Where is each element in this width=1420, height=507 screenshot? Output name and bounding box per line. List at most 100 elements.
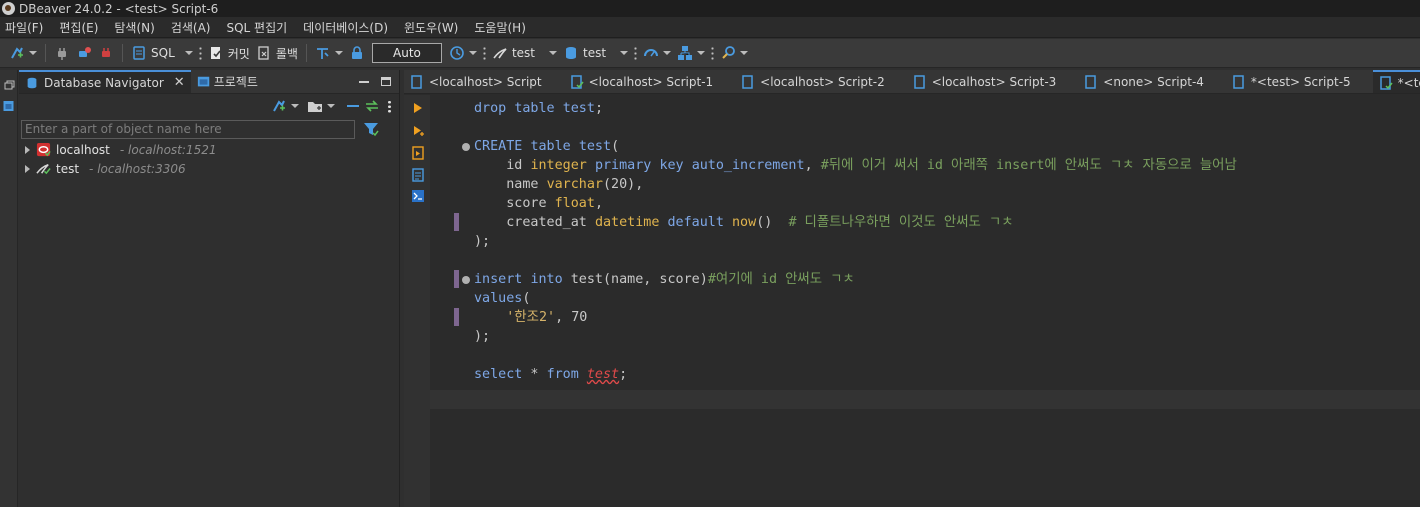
connect-button[interactable] xyxy=(51,41,73,65)
toolbar-separator xyxy=(122,44,123,62)
new-connection-button[interactable] xyxy=(6,41,40,65)
dashboard-button[interactable] xyxy=(640,41,674,65)
active-schema-selector[interactable]: test xyxy=(560,41,631,65)
explain-plan-icon[interactable] xyxy=(412,168,424,182)
tab-script-2[interactable]: <localhost> Script-2 xyxy=(735,70,907,93)
tab-database-navigator[interactable]: Database Navigator ✕ xyxy=(19,70,191,93)
tab-script-5[interactable]: *<test> Script-5 xyxy=(1226,70,1373,93)
view-menu-icon[interactable] xyxy=(388,99,391,113)
erd-button[interactable] xyxy=(674,41,708,65)
history-button[interactable] xyxy=(446,41,480,65)
execute-statement-icon[interactable] xyxy=(412,102,424,114)
rollback-button[interactable]: 롤백 xyxy=(253,41,301,65)
menu-edit[interactable]: 편집(E) xyxy=(54,19,109,36)
object-filter-input[interactable] xyxy=(21,119,355,139)
change-marker xyxy=(454,270,459,288)
mysql-connection-icon xyxy=(36,164,51,175)
transaction-icon xyxy=(316,48,329,59)
fold-collapse-icon[interactable] xyxy=(462,143,470,151)
code-line: name varchar(20), xyxy=(474,177,644,192)
sql-script-icon xyxy=(913,74,925,89)
tab-label: <none> Script-4 xyxy=(1103,74,1204,89)
editor-tab-bar: <localhost> Script <localhost> Script-1 … xyxy=(404,70,1420,94)
chevron-down-icon xyxy=(468,51,477,55)
menu-sql-editor[interactable]: SQL 편집기 xyxy=(221,19,298,36)
left-side-strip xyxy=(0,70,18,507)
tab-script-6[interactable]: *<test> Script-6 xyxy=(1372,70,1420,93)
transaction-mode-button[interactable] xyxy=(312,41,346,65)
code-line: '한조2', 70 xyxy=(506,310,588,325)
menu-bar: 파일(F) 편집(E) 탐색(N) 검색(A) SQL 편집기 데이터베이스(D… xyxy=(0,17,1420,38)
lock-button[interactable] xyxy=(346,41,368,65)
change-marker xyxy=(454,213,459,231)
active-schema-label: test xyxy=(582,46,607,60)
current-line-highlight xyxy=(430,390,1420,409)
menu-navigate[interactable]: 탐색(N) xyxy=(109,19,165,36)
new-connection-icon[interactable] xyxy=(271,98,287,114)
toolbar-separator xyxy=(45,44,46,62)
new-folder-icon[interactable] xyxy=(307,98,323,114)
search-button[interactable] xyxy=(717,41,751,65)
project-view-icon[interactable] xyxy=(2,100,15,112)
tab-script[interactable]: <localhost> Script xyxy=(404,70,564,93)
chevron-down-icon[interactable] xyxy=(291,104,299,108)
chevron-down-icon xyxy=(697,51,706,55)
chevron-down-icon[interactable] xyxy=(327,104,335,108)
clock-icon xyxy=(450,46,464,60)
new-connection-icon xyxy=(11,47,23,59)
sql-script-icon xyxy=(1233,74,1244,89)
code-line: created_at datetime default now() # 디폴트나… xyxy=(474,215,1014,230)
tab-script-4[interactable]: <none> Script-4 xyxy=(1078,70,1226,93)
rollback-icon xyxy=(258,46,269,60)
fold-collapse-icon[interactable] xyxy=(462,276,470,284)
maximize-button[interactable] xyxy=(375,70,399,93)
menu-database[interactable]: 데이터베이스(D) xyxy=(298,19,399,36)
expand-arrow-icon[interactable] xyxy=(25,145,30,154)
disconnect-button[interactable] xyxy=(95,41,117,65)
tab-projects[interactable]: 프로젝트 xyxy=(191,70,264,93)
tree-item-test[interactable]: test - localhost:3306 xyxy=(19,159,399,178)
chevron-down-icon xyxy=(29,51,37,55)
tree-item-localhost[interactable]: localhost - localhost:1521 xyxy=(19,140,399,159)
code-line: id integer primary key auto_increment, #… xyxy=(474,158,1237,173)
menu-file[interactable]: 파일(F) xyxy=(0,19,54,36)
chevron-down-icon xyxy=(184,51,193,55)
expand-arrow-icon[interactable] xyxy=(25,164,30,173)
minimize-button[interactable] xyxy=(353,70,375,93)
toolbar-separator xyxy=(305,44,307,62)
close-icon[interactable]: ✕ xyxy=(174,75,185,90)
sql-editor-button[interactable]: SQL xyxy=(128,41,196,65)
database-icon xyxy=(565,47,576,59)
reconnect-button[interactable] xyxy=(73,41,95,65)
code-line: score float, xyxy=(474,196,603,211)
link-with-editor-icon[interactable] xyxy=(364,98,380,114)
execute-script-icon[interactable] xyxy=(412,146,424,160)
active-datasource-selector[interactable]: test xyxy=(489,41,560,65)
sql-script-icon xyxy=(411,74,422,89)
toolbar-grip xyxy=(482,46,486,60)
minimize-icon xyxy=(359,80,369,83)
commit-button[interactable]: 커밋 xyxy=(205,41,253,65)
tab-script-1[interactable]: <localhost> Script-1 xyxy=(564,70,736,93)
restore-icon[interactable] xyxy=(3,80,15,92)
menu-window[interactable]: 윈도우(W) xyxy=(399,19,469,36)
change-marker xyxy=(454,308,459,326)
menu-search[interactable]: 검색(A) xyxy=(166,19,222,36)
commit-label: 커밋 xyxy=(227,46,250,61)
menu-help[interactable]: 도움말(H) xyxy=(469,19,537,36)
terminal-icon[interactable] xyxy=(412,190,424,202)
filter-icon[interactable] xyxy=(363,121,379,137)
editor-action-gutter xyxy=(404,95,430,507)
sql-code-editor[interactable]: drop table test; CREATE table test( id i… xyxy=(430,95,1420,507)
tab-script-3[interactable]: <localhost> Script-3 xyxy=(907,70,1079,93)
sql-script-icon xyxy=(742,74,753,89)
tab-bar-spacer xyxy=(264,70,353,93)
execute-in-new-tab-icon[interactable] xyxy=(412,125,424,137)
title-bar: DBeaver 24.0.2 - <test> Script-6 xyxy=(0,0,1420,17)
collapse-all-icon[interactable] xyxy=(347,105,359,107)
transaction-mode-field[interactable]: Auto xyxy=(371,43,442,63)
sql-script-icon xyxy=(1085,74,1097,89)
tab-label: *<test> Script-5 xyxy=(1250,74,1351,89)
sql-file-icon xyxy=(133,46,145,60)
chevron-down-icon xyxy=(663,51,672,55)
